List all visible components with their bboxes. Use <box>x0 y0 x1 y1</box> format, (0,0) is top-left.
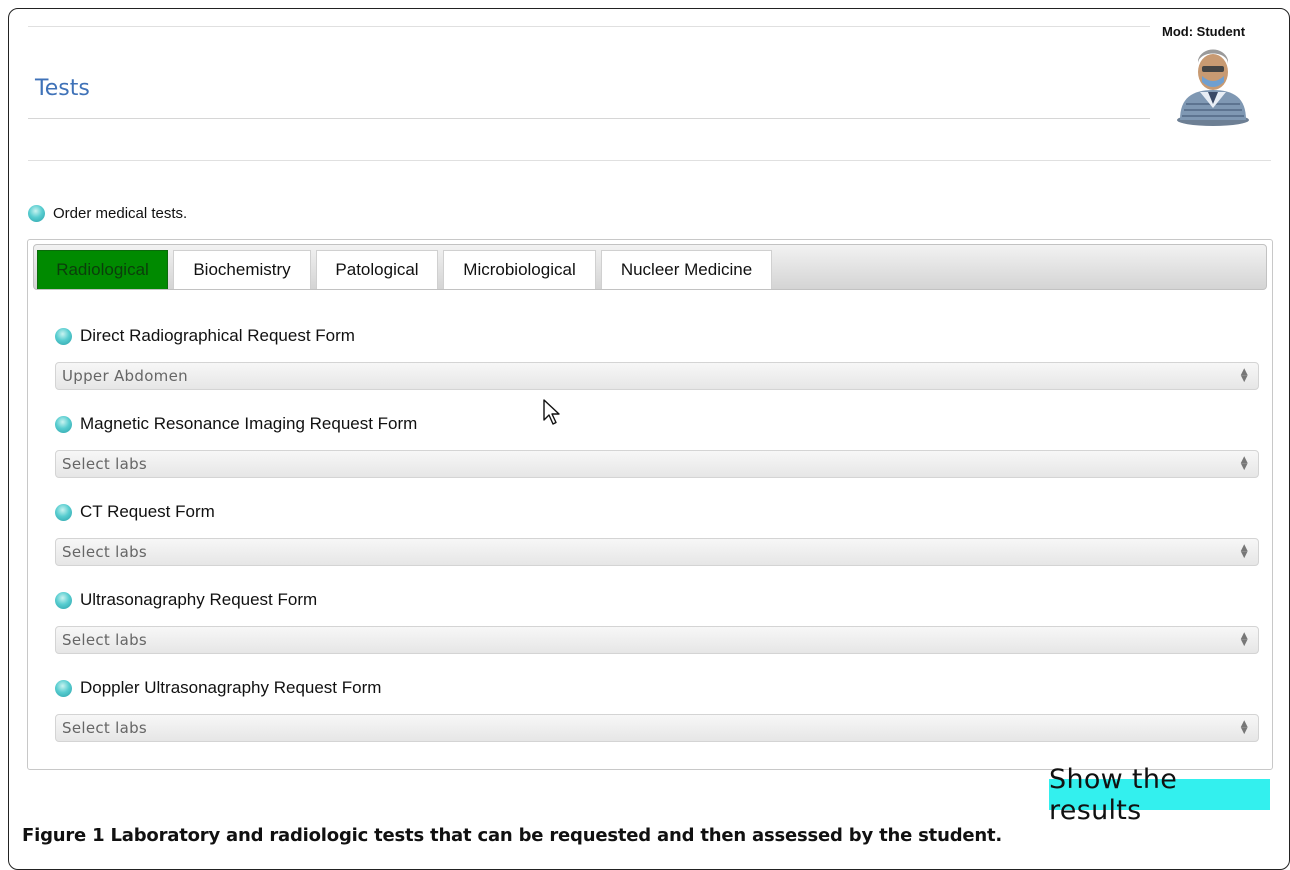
cyan-bullet-icon <box>55 327 72 345</box>
form-label: Ultrasonagraphy Request Form <box>80 590 318 609</box>
form-label: Doppler Ultrasonagraphy Request Form <box>80 678 382 697</box>
student-avatar-icon <box>1177 49 1249 126</box>
select-value: Select labs <box>62 455 148 473</box>
doppler-select[interactable]: Select labs ▲ ▼ <box>55 714 1259 742</box>
select-value: Select labs <box>62 631 148 649</box>
section-divider <box>28 160 1271 161</box>
form-label: Magnetic Resonance Imaging Request Form <box>80 414 418 433</box>
direct-radiographical-form: Direct Radiographical Request Form Upper… <box>55 324 1261 390</box>
tab-patological[interactable]: Patological <box>316 250 438 289</box>
ultrasonography-select[interactable]: Select labs ▲ ▼ <box>55 626 1259 654</box>
direct-radiographical-select[interactable]: Upper Abdomen ▲ ▼ <box>55 362 1259 390</box>
cyan-bullet-icon <box>28 205 45 222</box>
select-value: Select labs <box>62 719 148 737</box>
title-divider <box>28 118 1150 119</box>
updown-arrows-icon: ▲ ▼ <box>1240 543 1248 560</box>
doppler-form: Doppler Ultrasonagraphy Request Form Sel… <box>55 676 1261 742</box>
tests-panel: Radiological Biochemistry Patological Mi… <box>27 239 1273 770</box>
cyan-bullet-icon <box>55 679 72 697</box>
ct-select[interactable]: Select labs ▲ ▼ <box>55 538 1259 566</box>
figure-caption: Figure 1 Laboratory and radiologic tests… <box>22 825 1003 846</box>
show-results-button[interactable]: Show the results <box>1049 764 1270 826</box>
tab-microbiological[interactable]: Microbiological <box>443 250 596 289</box>
select-value: Select labs <box>62 543 148 561</box>
tab-nucleer-medicine[interactable]: Nucleer Medicine <box>601 250 772 289</box>
updown-arrows-icon: ▲ ▼ <box>1240 631 1248 648</box>
page-title: Tests <box>35 76 90 101</box>
tab-bar: Radiological Biochemistry Patological Mi… <box>33 244 1267 290</box>
form-label: CT Request Form <box>80 502 215 521</box>
ct-form: CT Request Form Select labs ▲ ▼ <box>55 500 1261 566</box>
updown-arrows-icon: ▲ ▼ <box>1240 719 1248 736</box>
cyan-bullet-icon <box>55 503 72 521</box>
select-value: Upper Abdomen <box>62 367 188 385</box>
cyan-bullet-icon <box>55 415 72 433</box>
mode-label: Mod: Student <box>1162 24 1246 39</box>
tab-radiological[interactable]: Radiological <box>37 250 168 289</box>
mouse-pointer-icon <box>543 399 560 425</box>
order-label: Order medical tests. <box>53 205 188 222</box>
cyan-bullet-icon <box>55 591 72 609</box>
updown-arrows-icon: ▲ ▼ <box>1240 367 1248 384</box>
tab-biochemistry[interactable]: Biochemistry <box>173 250 311 289</box>
updown-arrows-icon: ▲ ▼ <box>1240 455 1248 472</box>
mri-form: Magnetic Resonance Imaging Request Form … <box>55 412 1261 478</box>
ultrasonography-form: Ultrasonagraphy Request Form Select labs… <box>55 588 1261 654</box>
top-divider <box>28 26 1150 27</box>
form-label: Direct Radiographical Request Form <box>80 326 355 345</box>
order-medical-tests: Order medical tests. <box>28 205 187 222</box>
mri-select[interactable]: Select labs ▲ ▼ <box>55 450 1259 478</box>
